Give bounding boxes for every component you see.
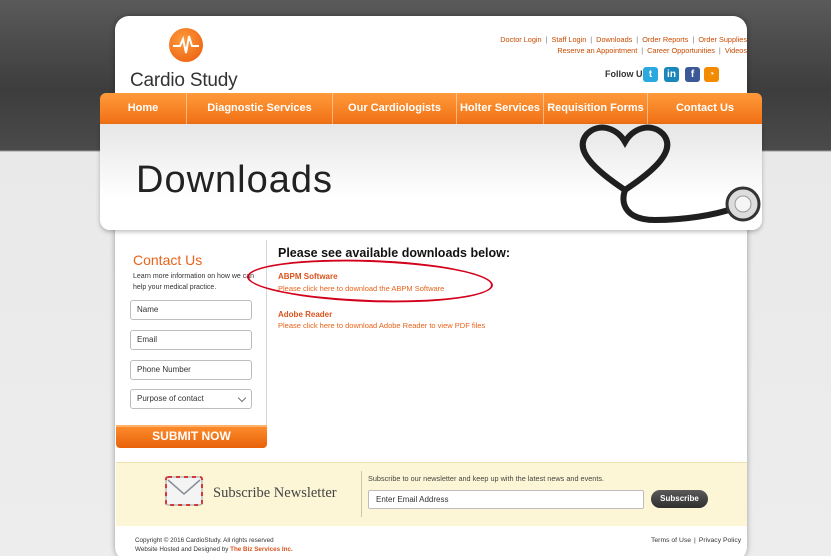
name-field[interactable]: Name — [130, 300, 252, 320]
page-banner: Downloads — [100, 124, 762, 230]
logo-text[interactable]: Cardio Study — [130, 70, 238, 92]
reserve-appointment-link[interactable]: Reserve an Appointment — [557, 46, 637, 55]
page-title: Downloads — [136, 159, 333, 201]
order-reports-link[interactable]: Order Reports — [642, 35, 688, 44]
videos-link[interactable]: Videos — [725, 46, 747, 55]
nav-home[interactable]: Home — [100, 93, 187, 124]
chevron-down-icon — [237, 393, 247, 403]
email-field[interactable]: Email — [130, 330, 252, 350]
footer-left: Copyright © 2016 CardioStudy. All rights… — [135, 536, 293, 554]
nav-contact-us[interactable]: Contact Us — [648, 93, 762, 124]
submit-button[interactable]: SUBMIT NOW — [116, 425, 267, 448]
linkedin-icon[interactable]: in — [664, 67, 679, 82]
nav-diagnostic-services[interactable]: Diagnostic Services — [187, 93, 333, 124]
staff-login-link[interactable]: Staff Login — [552, 35, 587, 44]
subscribe-button[interactable]: Subscribe — [651, 490, 708, 508]
copyright-text: Copyright © 2016 CardioStudy. All rights… — [135, 537, 274, 544]
newsletter-email-input[interactable]: Enter Email Address — [368, 490, 644, 509]
follow-us-label: Follow Us — [605, 69, 648, 79]
footer-right: Terms of Use | Privacy Policy — [651, 537, 742, 544]
top-links: Doctor Login | Staff Login | Downloads | Order… — [500, 35, 747, 55]
nav-our-cardiologists[interactable]: Our Cardiologists — [333, 93, 457, 124]
downloads-heading: Please see available downloads below: — [278, 246, 511, 260]
main-nav: Home Diagnostic Services Our Cardiologis… — [100, 93, 762, 124]
contact-us-description: Learn more information on how we can hel… — [133, 273, 255, 291]
purpose-select-value: Purpose of contact — [137, 394, 204, 403]
hosted-by-text: Website Hosted and Designed by — [135, 546, 231, 553]
cardio-logo-icon[interactable] — [169, 28, 203, 62]
newsletter-divider — [361, 471, 362, 517]
order-supplies-link[interactable]: Order Supplies — [698, 35, 747, 44]
career-opportunities-link[interactable]: Career Opportunities — [647, 46, 715, 55]
download-title-adobe: Adobe Reader — [278, 310, 333, 319]
downloads-link[interactable]: Downloads — [596, 35, 632, 44]
twitter-icon[interactable]: t — [643, 67, 658, 82]
purpose-select[interactable]: Purpose of contact — [130, 389, 252, 409]
submit-button-highlight — [116, 425, 267, 427]
privacy-link[interactable]: Privacy Policy — [699, 537, 741, 544]
hosted-company-link[interactable]: The Biz Services Inc. — [230, 546, 293, 553]
phone-field[interactable]: Phone Number — [130, 360, 252, 380]
newsletter-description: Subscribe to our newsletter and keep up … — [368, 474, 605, 483]
doctor-login-link[interactable]: Doctor Login — [500, 35, 541, 44]
rss-icon[interactable]: ◔ — [704, 67, 719, 82]
contact-us-title: Contact Us — [133, 252, 203, 268]
facebook-icon[interactable]: f — [685, 67, 700, 82]
nav-holter-services[interactable]: Holter Services — [457, 93, 544, 124]
download-link-adobe[interactable]: Please click here to download Adobe Read… — [278, 321, 485, 330]
newsletter-title: Subscribe Newsletter — [213, 485, 337, 501]
terms-link[interactable]: Terms of Use — [651, 537, 691, 544]
envelope-icon — [165, 476, 203, 506]
nav-requisition-forms[interactable]: Requisition Forms — [544, 93, 648, 124]
stethoscope-heart-icon — [579, 124, 761, 224]
